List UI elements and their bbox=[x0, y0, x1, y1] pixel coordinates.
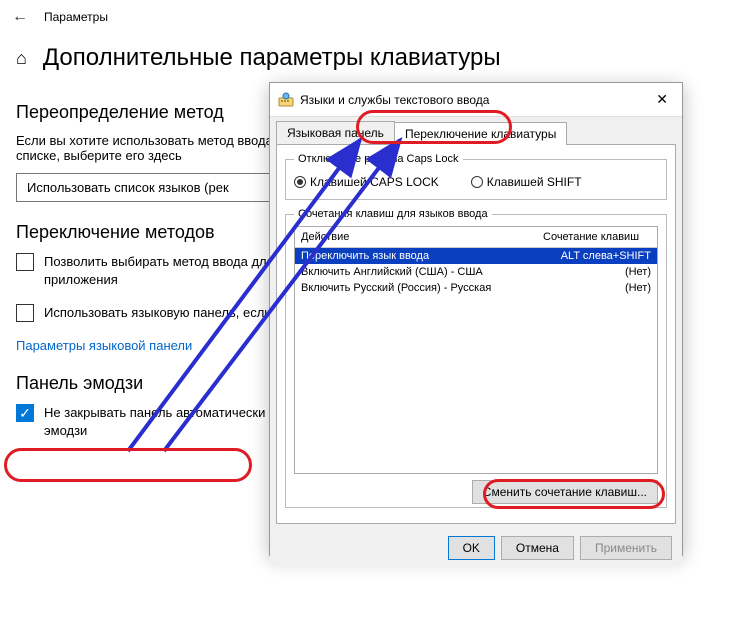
dialog-body: Отключение режима Caps Lock Клавишей CAP… bbox=[276, 144, 676, 524]
radio-shift[interactable]: Клавишей SHIFT bbox=[471, 175, 582, 189]
checkbox-icon bbox=[16, 253, 34, 271]
page-title: Дополнительные параметры клавиатуры bbox=[43, 44, 501, 72]
list-item[interactable]: Включить Русский (Россия) - Русская (Нет… bbox=[295, 280, 657, 296]
col-action: Действие bbox=[295, 227, 537, 247]
list-item-action: Включить Английский (США) - США bbox=[301, 266, 531, 278]
default-input-dropdown[interactable]: Использовать список языков (рек bbox=[16, 173, 306, 202]
radio-icon bbox=[471, 176, 483, 188]
hotkeys-list[interactable]: Действие Сочетание клавиш Переключить яз… bbox=[294, 226, 658, 474]
list-item-keys: (Нет) bbox=[531, 282, 651, 294]
hotkeys-group: Сочетания клавиш для языков ввода Действ… bbox=[285, 208, 667, 508]
hotkeys-legend: Сочетания клавиш для языков ввода bbox=[294, 208, 492, 220]
list-item-action: Включить Русский (Россия) - Русская bbox=[301, 282, 531, 294]
tab-keyboard-switch[interactable]: Переключение клавиатуры bbox=[394, 122, 567, 145]
back-arrow-icon[interactable]: ← bbox=[12, 8, 28, 26]
list-item-keys: (Нет) bbox=[531, 266, 651, 278]
capslock-group: Отключение режима Caps Lock Клавишей CAP… bbox=[285, 153, 667, 200]
capslock-legend: Отключение режима Caps Lock bbox=[294, 153, 463, 165]
cancel-button[interactable]: Отмена bbox=[501, 536, 574, 560]
radio-icon bbox=[294, 176, 306, 188]
list-item[interactable]: Включить Английский (США) - США (Нет) bbox=[295, 264, 657, 280]
dialog-footer: OK Отмена Применить bbox=[270, 530, 682, 566]
keyboard-icon bbox=[278, 92, 294, 108]
radio-shift-label: Клавишей SHIFT bbox=[487, 175, 582, 189]
apply-button[interactable]: Применить bbox=[580, 536, 672, 560]
checkbox-icon: ✓ bbox=[16, 404, 34, 422]
tab-language-bar[interactable]: Языковая панель bbox=[276, 121, 395, 144]
text-services-dialog: Языки и службы текстового ввода ✕ Языков… bbox=[269, 82, 683, 556]
settings-app-label: Параметры bbox=[44, 10, 108, 24]
list-item-keys: ALT слева+SHIFT bbox=[531, 250, 651, 262]
checkbox-icon bbox=[16, 304, 34, 322]
list-item[interactable]: Переключить язык ввода ALT слева+SHIFT bbox=[295, 248, 657, 264]
dialog-tabs: Языковая панель Переключение клавиатуры bbox=[270, 117, 682, 144]
home-icon[interactable]: ⌂ bbox=[16, 49, 27, 67]
dialog-titlebar: Языки и службы текстового ввода ✕ bbox=[270, 83, 682, 117]
change-hotkey-button[interactable]: Сменить сочетание клавиш... bbox=[472, 480, 658, 504]
col-keys: Сочетание клавиш bbox=[537, 227, 657, 247]
radio-capslock[interactable]: Клавишей CAPS LOCK bbox=[294, 175, 439, 189]
radio-capslock-label: Клавишей CAPS LOCK bbox=[310, 175, 439, 189]
close-icon[interactable]: ✕ bbox=[650, 89, 674, 110]
hotkeys-list-header: Действие Сочетание клавиш bbox=[295, 227, 657, 248]
settings-header: ← Параметры bbox=[0, 0, 749, 34]
page-title-row: ⌂ Дополнительные параметры клавиатуры bbox=[0, 34, 749, 88]
ok-button[interactable]: OK bbox=[448, 536, 495, 560]
list-item-action: Переключить язык ввода bbox=[301, 250, 531, 262]
dialog-title: Языки и службы текстового ввода bbox=[300, 93, 650, 107]
